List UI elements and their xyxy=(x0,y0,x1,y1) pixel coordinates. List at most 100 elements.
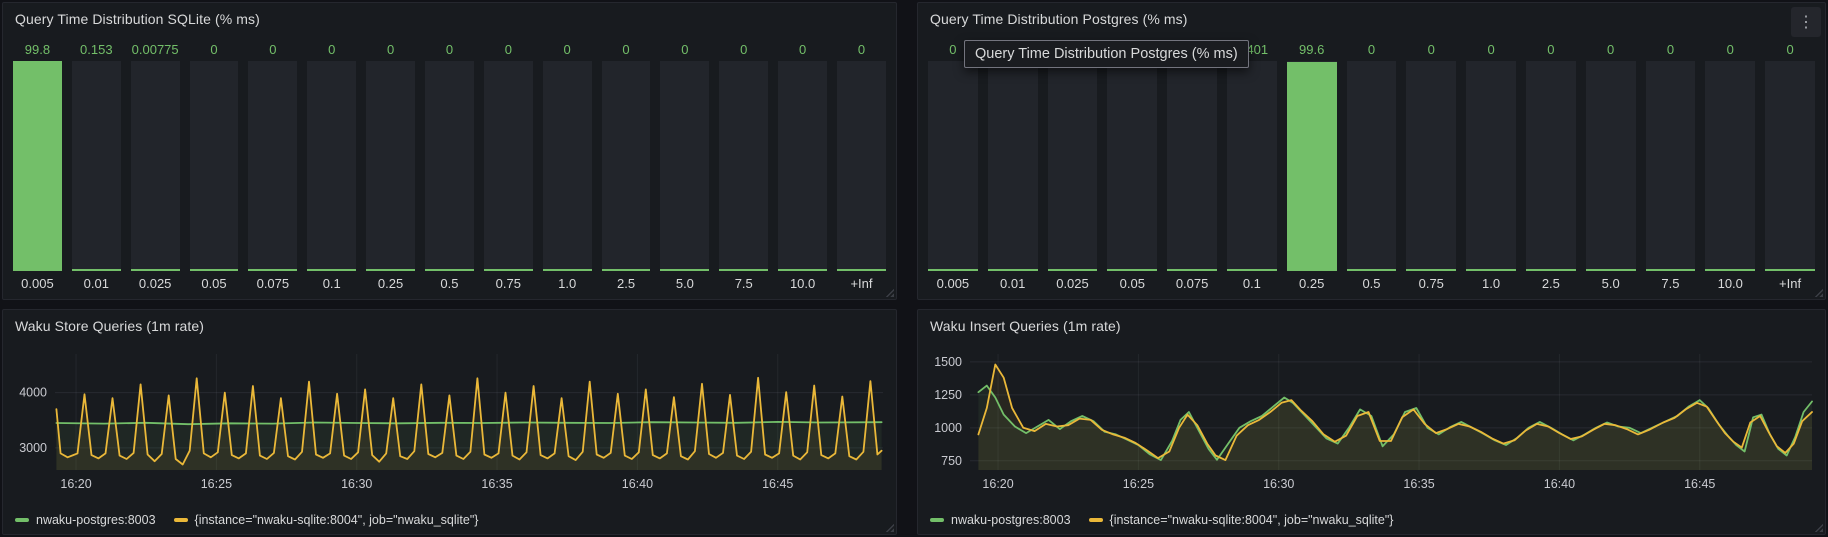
panel-resize-handle[interactable] xyxy=(1814,288,1823,297)
panel-resize-handle[interactable] xyxy=(885,288,894,297)
bar-category-label: 10.0 xyxy=(778,271,827,295)
panel-resize-handle[interactable] xyxy=(885,523,894,532)
bar[interactable] xyxy=(988,269,1038,271)
bar[interactable] xyxy=(72,269,121,271)
bar-column: 07.5 xyxy=(719,37,768,295)
bar[interactable] xyxy=(1227,269,1277,271)
legend-series-label: nwaku-postgres:8003 xyxy=(951,513,1071,527)
legend-item[interactable]: nwaku-postgres:8003 xyxy=(930,513,1071,527)
legend: nwaku-postgres:8003 {instance="nwaku-sqli… xyxy=(930,513,1393,527)
bar[interactable] xyxy=(1646,269,1696,271)
bar-track xyxy=(602,61,651,271)
bar-column: 00.75 xyxy=(484,37,533,295)
bar-track xyxy=(72,61,121,271)
bar[interactable] xyxy=(1347,269,1397,271)
panel-menu-icon[interactable]: ⋮ xyxy=(1791,7,1821,37)
timeseries-insert-queries: 16:2016:2516:3016:3516:4016:457501000125… xyxy=(926,346,1813,496)
bar[interactable] xyxy=(1705,269,1755,271)
bar-track xyxy=(425,61,474,271)
panel-title[interactable]: Waku Insert Queries (1m rate) xyxy=(930,318,1121,334)
bar-track xyxy=(1765,61,1815,271)
bar-value-label: 0 xyxy=(425,37,474,61)
panel-header: Query Time Distribution Postgres (% ms) … xyxy=(918,3,1825,35)
y-axis-tick-label: 1000 xyxy=(934,421,962,435)
bar[interactable] xyxy=(543,269,592,271)
bar[interactable] xyxy=(307,269,356,271)
bar[interactable] xyxy=(248,269,297,271)
legend-item[interactable]: nwaku-postgres:8003 xyxy=(15,513,156,527)
bar[interactable] xyxy=(484,269,533,271)
panel-title[interactable]: Query Time Distribution Postgres (% ms) xyxy=(930,11,1188,27)
bar-column: 07.5 xyxy=(1646,37,1696,295)
bar[interactable] xyxy=(425,269,474,271)
y-axis-tick-label: 750 xyxy=(941,454,962,468)
bar-track xyxy=(1167,61,1217,271)
bar[interactable] xyxy=(1048,269,1098,271)
legend-item[interactable]: {instance="nwaku-sqlite:8004", job="nwak… xyxy=(1089,513,1394,527)
bar[interactable] xyxy=(1406,269,1456,271)
x-axis-tick-label: 16:45 xyxy=(762,477,793,491)
legend-item[interactable]: {instance="nwaku-sqlite:8004", job="nwak… xyxy=(174,513,479,527)
bar-category-label: 0.25 xyxy=(366,271,415,295)
bar-track xyxy=(988,61,1038,271)
bar[interactable] xyxy=(1466,269,1516,271)
bar-column: 00.005 xyxy=(928,37,978,295)
bar-column: 99.80.005 xyxy=(13,37,62,295)
bar[interactable] xyxy=(1167,269,1217,271)
histogram-sqlite: 99.80.0050.1530.010.007750.02500.0500.07… xyxy=(13,37,886,295)
bar-column: 00.075 xyxy=(248,37,297,295)
bar-value-label: 0 xyxy=(190,37,239,61)
bar[interactable] xyxy=(778,269,827,271)
x-axis-tick-label: 16:30 xyxy=(1263,477,1294,491)
bar-track xyxy=(719,61,768,271)
bar-track xyxy=(660,61,709,271)
bar-track xyxy=(1586,61,1636,271)
bar[interactable] xyxy=(602,269,651,271)
bar[interactable] xyxy=(366,269,415,271)
bar-category-label: 5.0 xyxy=(1586,271,1636,295)
bar[interactable] xyxy=(190,269,239,271)
bar[interactable] xyxy=(660,269,709,271)
bar[interactable] xyxy=(131,269,180,271)
bar-track xyxy=(131,61,180,271)
bar-category-label: 0.5 xyxy=(1347,271,1397,295)
bar[interactable] xyxy=(928,269,978,271)
bar-track xyxy=(1466,61,1516,271)
bar-value-label: 0 xyxy=(543,37,592,61)
bar[interactable] xyxy=(1586,269,1636,271)
bar-column: 02.5 xyxy=(602,37,651,295)
panel-title[interactable]: Query Time Distribution SQLite (% ms) xyxy=(15,11,260,27)
bar-value-label: 99.6 xyxy=(1287,37,1337,61)
bar-category-label: 1.0 xyxy=(543,271,592,295)
bar-track xyxy=(543,61,592,271)
bar-column: 01.0 xyxy=(543,37,592,295)
x-axis-tick-label: 16:20 xyxy=(60,477,91,491)
y-axis-tick-label: 1250 xyxy=(934,388,962,402)
x-axis-tick-label: 16:40 xyxy=(622,477,653,491)
panel-resize-handle[interactable] xyxy=(1814,523,1823,532)
bar[interactable] xyxy=(1107,269,1157,271)
bar-column: 00.05 xyxy=(190,37,239,295)
bar[interactable] xyxy=(1765,269,1815,271)
bar-track xyxy=(1705,61,1755,271)
bar[interactable] xyxy=(13,61,62,271)
legend-series-swatch xyxy=(174,518,188,522)
panel-title[interactable]: Waku Store Queries (1m rate) xyxy=(15,318,204,334)
bar-value-label: 0 xyxy=(778,37,827,61)
bar-value-label: 0 xyxy=(484,37,533,61)
bar-value-label: 0 xyxy=(837,37,886,61)
bar-value-label: 0 xyxy=(307,37,356,61)
bar-value-label: 0 xyxy=(1586,37,1636,61)
series-area xyxy=(978,365,1812,471)
bar-value-label: 0 xyxy=(660,37,709,61)
bar-category-label: 0.75 xyxy=(1406,271,1456,295)
bar[interactable] xyxy=(837,269,886,271)
bar[interactable] xyxy=(1526,269,1576,271)
x-axis-tick-label: 16:35 xyxy=(1403,477,1434,491)
bar-value-label: 0 xyxy=(1406,37,1456,61)
panel-query-time-postgres: Query Time Distribution Postgres (% ms) … xyxy=(917,2,1826,300)
bar[interactable] xyxy=(1287,62,1337,271)
bar[interactable] xyxy=(719,269,768,271)
x-axis-tick-label: 16:20 xyxy=(982,477,1013,491)
bar-value-label: 0.153 xyxy=(72,37,121,61)
